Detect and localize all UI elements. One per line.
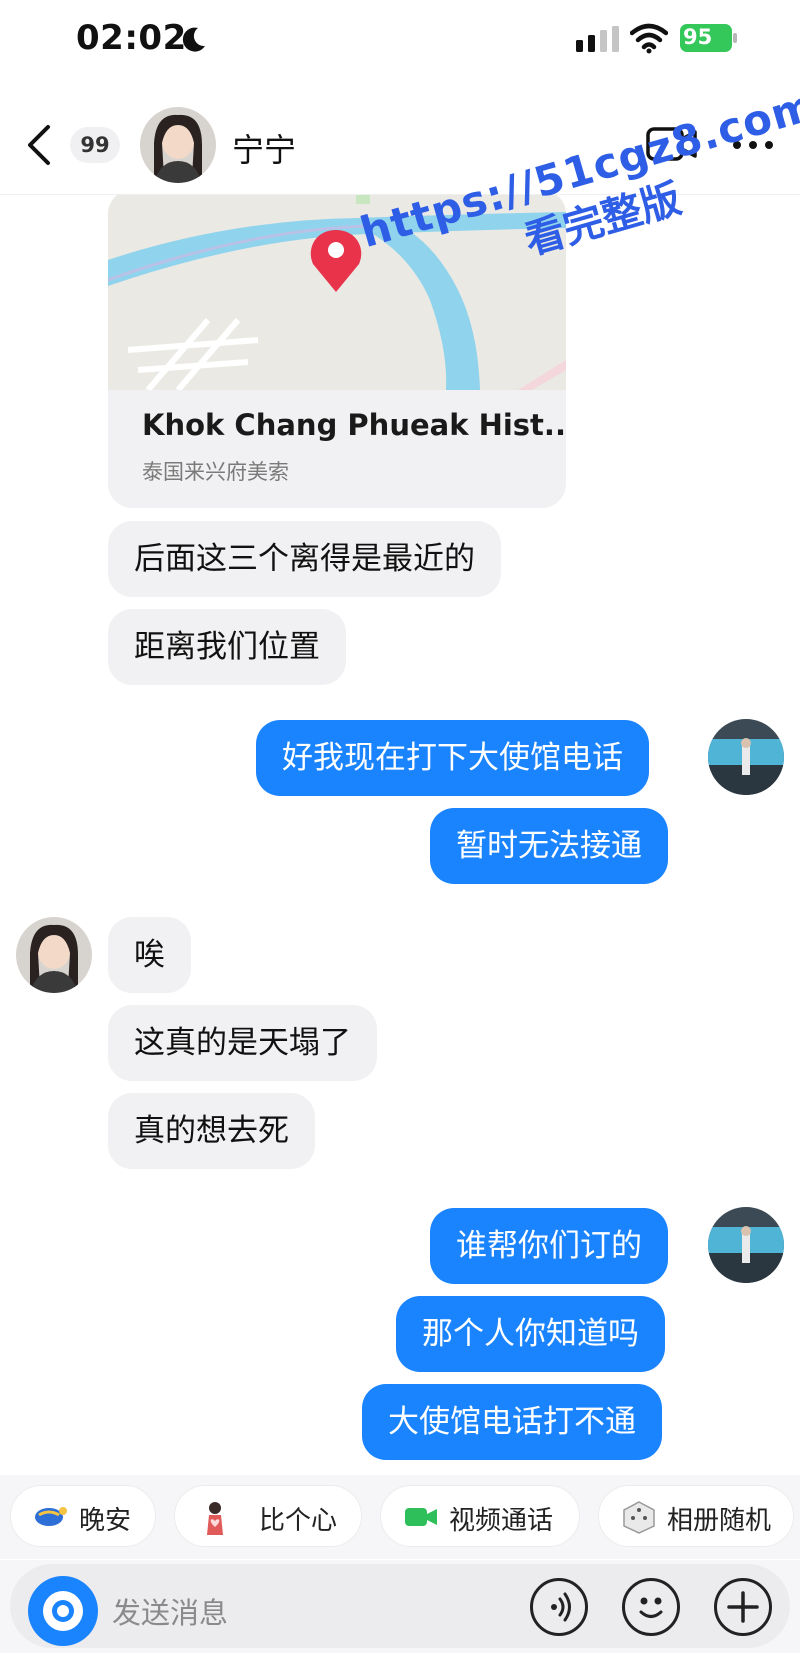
quick-reply-heart[interactable]: 比个心 xyxy=(174,1485,362,1547)
emoji-button[interactable] xyxy=(622,1578,680,1636)
quick-reply-video-call[interactable]: 视频通话 xyxy=(380,1485,580,1547)
status-time: 02:02 xyxy=(76,18,187,58)
chip-label: 视频通话 xyxy=(449,1506,554,1536)
emoji-icon xyxy=(639,1597,663,1618)
status-bar: 02:02 95 xyxy=(0,0,800,80)
more-actions-button[interactable] xyxy=(714,1578,772,1636)
message-list[interactable]: Khok Chang Phueak Hist... 泰国来兴府美索 后面这三个离… xyxy=(0,195,800,1460)
message-bubble[interactable]: 谁帮你们订的 xyxy=(430,1208,668,1284)
dice-icon xyxy=(623,1501,655,1534)
unread-badge[interactable]: 99 xyxy=(70,127,120,163)
contact-avatar[interactable] xyxy=(16,917,92,993)
back-icon[interactable] xyxy=(24,123,54,167)
message-composer: 发送消息 xyxy=(0,1560,800,1653)
message-bubble[interactable]: 这真的是天塌了 xyxy=(108,1005,377,1081)
video-camera-icon xyxy=(405,1508,437,1526)
chip-label: 相册随机 xyxy=(667,1506,772,1536)
voice-icon xyxy=(551,1592,571,1622)
my-avatar[interactable] xyxy=(708,1207,784,1283)
message-bubble[interactable]: 距离我们位置 xyxy=(108,609,346,685)
quick-reply-good-night[interactable]: 晚安 xyxy=(10,1485,156,1547)
my-avatar[interactable] xyxy=(708,719,784,795)
contact-name: 宁宁 xyxy=(232,131,297,169)
message-bubble[interactable]: 好我现在打下大使馆电话 xyxy=(256,720,649,796)
heart-gesture-icon xyxy=(207,1502,223,1535)
camera-button[interactable] xyxy=(28,1576,98,1646)
contact-avatar[interactable] xyxy=(140,107,216,183)
message-input[interactable]: 发送消息 xyxy=(10,1564,790,1648)
quick-reply-bar: 晚安 比个心 视频通话 相册随机 xyxy=(0,1475,800,1559)
quick-reply-random-photo[interactable]: 相册随机 xyxy=(598,1485,794,1547)
message-bubble[interactable]: 那个人你知道吗 xyxy=(396,1296,665,1372)
location-subtitle: 泰国来兴府美索 xyxy=(142,460,289,484)
camera-icon xyxy=(43,1591,83,1631)
wifi-icon xyxy=(630,23,668,54)
voice-button[interactable] xyxy=(530,1578,588,1636)
message-bubble[interactable]: 唉 xyxy=(108,917,191,993)
moon-icon xyxy=(182,27,205,52)
signal-icon xyxy=(576,26,619,52)
message-bubble[interactable]: 真的想去死 xyxy=(108,1093,315,1169)
moon-cake-icon xyxy=(35,1507,67,1526)
message-bubble[interactable]: 暂时无法接通 xyxy=(430,808,668,884)
chip-label: 比个心 xyxy=(259,1506,338,1536)
battery-level: 95 xyxy=(683,25,713,49)
battery-tip xyxy=(733,33,737,43)
message-bubble[interactable]: 后面这三个离得是最近的 xyxy=(108,521,501,597)
battery-indicator: 95 xyxy=(680,24,738,52)
message-bubble[interactable]: 大使馆电话打不通 xyxy=(362,1384,662,1460)
input-placeholder: 发送消息 xyxy=(112,1596,229,1630)
chip-label: 晚安 xyxy=(79,1506,132,1536)
plus-icon xyxy=(727,1591,759,1623)
location-title: Khok Chang Phueak Hist... xyxy=(142,408,566,442)
